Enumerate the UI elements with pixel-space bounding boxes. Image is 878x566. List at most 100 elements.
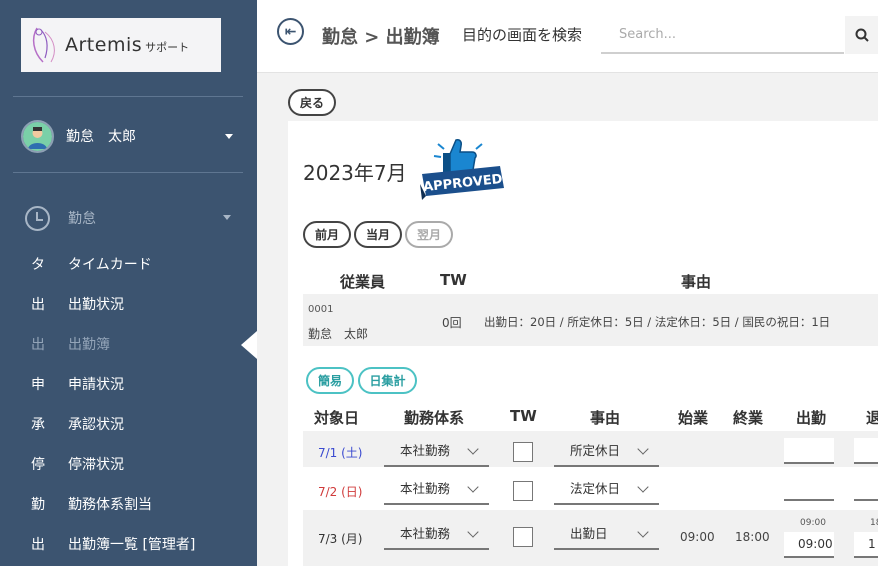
sidebar-item-timecard[interactable]: タ タイムカード (31, 252, 251, 276)
clock-out-input[interactable] (854, 475, 878, 501)
start-time: 09:00 (680, 530, 715, 544)
sidebar-item-abbr: 承 (31, 417, 45, 433)
sidebar-section-label: 勤怠 (68, 211, 96, 227)
summary-header-employee: 従業員 (340, 273, 386, 291)
reason-select[interactable]: 法定休日 (554, 471, 659, 505)
clock-out-input[interactable] (854, 438, 878, 464)
simple-view-button[interactable]: 簡易 (306, 367, 354, 394)
prev-month-button[interactable]: 前月 (303, 221, 351, 248)
chevron-down-icon (637, 443, 649, 455)
chevron-down-icon (467, 443, 479, 455)
daily-summary-button[interactable]: 日集計 (358, 367, 417, 394)
clock-in-input[interactable] (784, 438, 834, 464)
sidebar-item-label: 出勤簿一覧 [管理者] (68, 537, 196, 553)
top-header: ⇤ 勤怠 > 出勤簿 目的の画面を検索 (257, 0, 878, 73)
table-row: 7/1 (土) 本社勤務 所定休日 (303, 431, 878, 467)
schedule-value: 本社勤務 (400, 480, 451, 496)
chevron-down-icon (467, 526, 479, 538)
sidebar-item-schedule-assign[interactable]: 勤 勤務体系割当 (31, 492, 251, 516)
chevron-down-icon[interactable] (223, 215, 231, 220)
sidebar-item-abbr: 勤 (31, 497, 45, 513)
summary-header-reason: 事由 (681, 273, 712, 291)
current-month-button[interactable]: 当月 (354, 221, 402, 248)
logo-sub: サポート (145, 41, 190, 54)
sidebar-section-kintai[interactable]: 勤怠 (25, 204, 240, 232)
sidebar-item-abbr: 出 (31, 297, 45, 313)
sidebar-item-label: 勤務体系割当 (68, 497, 152, 513)
month-title: 2023年7月 (303, 161, 407, 185)
thumbs-up-icon (443, 139, 477, 175)
sidebar-item-abbr: タ (31, 257, 45, 273)
sidebar-item-attendance-book[interactable]: 出 出勤簿 (31, 332, 251, 356)
search-label: 目的の画面を検索 (462, 26, 583, 44)
sidebar-divider (13, 172, 243, 173)
sidebar-item-attendance-status[interactable]: 出 出勤状況 (31, 292, 251, 316)
schedule-select[interactable]: 本社勤務 (384, 433, 489, 467)
arrow-left-icon: ⇤ (284, 23, 297, 40)
col-header-start: 始業 (678, 409, 709, 427)
reason-summary: 出勤日：20日 / 所定休日：5日 / 法定休日：5日 / 国民の祝日：1日 (484, 315, 831, 329)
clock-in-hint: 09:00 (800, 518, 826, 528)
app-logo[interactable]: Artemis サポート (21, 18, 221, 72)
col-header-end: 終業 (733, 409, 764, 427)
row-date: 7/2 (日) (318, 485, 363, 499)
summary-header-tw: TW (440, 271, 467, 289)
reason-select[interactable]: 出勤日 (554, 516, 659, 550)
logo-name: Artemis (65, 34, 143, 56)
chevron-down-icon (637, 526, 649, 538)
sidebar-divider (13, 96, 243, 97)
reason-select[interactable]: 所定休日 (554, 433, 659, 467)
next-month-button[interactable]: 翌月 (405, 221, 453, 248)
row-date: 7/1 (土) (318, 446, 363, 460)
sidebar-item-request-status[interactable]: 申 申請状況 (31, 372, 251, 396)
breadcrumb: 勤怠 > 出勤簿 (322, 27, 440, 48)
sidebar-item-label: 申請状況 (68, 377, 124, 393)
search-icon (855, 28, 869, 42)
employee-id: 0001 (308, 304, 334, 315)
tw-checkbox[interactable] (513, 481, 533, 501)
col-header-reason: 事由 (590, 409, 621, 427)
artemis-logo-icon (21, 18, 65, 72)
sidebar-item-attendance-book-admin[interactable]: 出 出勤簿一覧 [管理者] (31, 532, 251, 556)
employee-name: 勤怠 太郎 (308, 327, 369, 341)
approved-badge: APPROVED (416, 136, 508, 204)
schedule-select[interactable]: 本社勤務 (384, 471, 489, 505)
collapse-sidebar-button[interactable]: ⇤ (277, 18, 304, 45)
user-menu[interactable]: 勤怠 太郎 (21, 119, 241, 153)
search-button[interactable] (845, 16, 878, 54)
avatar (21, 119, 54, 153)
tw-checkbox[interactable] (513, 527, 533, 547)
clock-out-input[interactable]: 1 (854, 532, 878, 558)
sidebar-item-abbr: 出 (31, 537, 45, 553)
summary-row: 0001 勤怠 太郎 0回 出勤日：20日 / 所定休日：5日 / 法定休日：5… (303, 294, 878, 346)
sidebar-item-abbr: 出 (31, 337, 45, 353)
row-date: 7/3 (月) (318, 532, 363, 546)
sidebar-item-label: 出勤状況 (68, 297, 124, 313)
sidebar-item-stalled-status[interactable]: 停 停滞状況 (31, 452, 251, 476)
clock-out-hint: 18 (870, 518, 878, 528)
back-button[interactable]: 戻る (288, 89, 336, 116)
clock-in-input[interactable] (784, 475, 834, 501)
col-header-schedule: 勤務体系 (404, 409, 465, 427)
search-input[interactable] (601, 16, 844, 54)
schedule-value: 本社勤務 (400, 442, 451, 458)
col-header-out: 退 (866, 409, 878, 427)
sidebar-item-label: タイムカード (68, 257, 152, 273)
reason-value: 出勤日 (570, 525, 608, 541)
table-row: 7/3 (月) 本社勤務 出勤日 09:00 18:00 09:00 09:00… (303, 510, 878, 566)
schedule-select[interactable]: 本社勤務 (384, 516, 489, 550)
col-header-in: 出勤 (796, 409, 827, 427)
sidebar-item-approval-status[interactable]: 承 承認状況 (31, 412, 251, 436)
reason-value: 法定休日 (570, 480, 621, 496)
sidebar-item-abbr: 申 (31, 377, 45, 393)
schedule-value: 本社勤務 (400, 525, 451, 541)
attendance-card: 2023年7月 APPROVED 前月 当月 翌月 従業員 TW 事由 0001… (288, 121, 878, 566)
clock-in-input[interactable]: 09:00 (784, 532, 834, 558)
sidebar-item-label: 停滞状況 (68, 457, 124, 473)
sidebar: Artemis サポート 勤怠 太郎 勤怠 タ タイムカード 出 出勤状況 出 … (0, 0, 257, 566)
col-header-tw: TW (510, 407, 537, 425)
chevron-down-icon (467, 481, 479, 493)
chevron-down-icon[interactable] (225, 134, 233, 139)
sidebar-item-label: 出勤簿 (68, 337, 110, 353)
tw-checkbox[interactable] (513, 442, 533, 462)
